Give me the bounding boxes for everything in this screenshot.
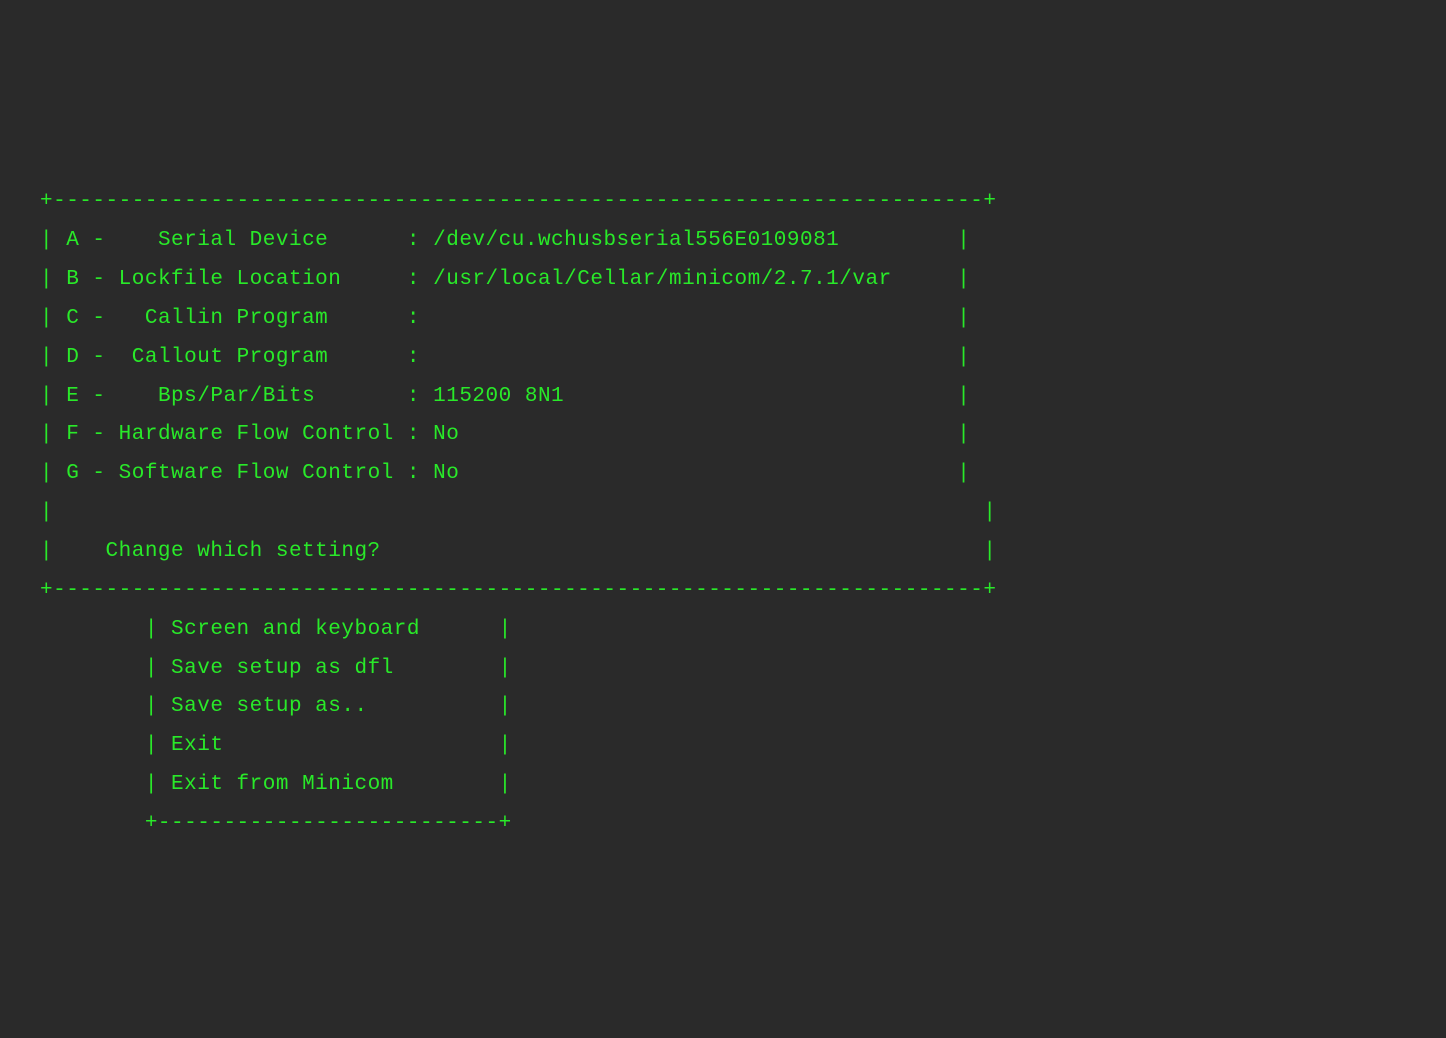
prompt-row: | Change which setting? | bbox=[40, 533, 1406, 572]
setting-row-A: | A - Serial Device : /dev/cu.wchusbseri… bbox=[40, 222, 1406, 261]
menu-row-0: | Screen and keyboard | bbox=[40, 611, 1406, 650]
menu-row-3: | Exit | bbox=[40, 727, 1406, 766]
setting-value-A: /dev/cu.wchusbserial556E0109081 bbox=[433, 229, 839, 252]
setting-value-E: 115200 8N1 bbox=[433, 385, 564, 408]
setting-value-G: No bbox=[433, 462, 459, 485]
setting-key-B[interactable]: B bbox=[66, 268, 79, 291]
menu-item-1[interactable]: Save setup as dfl bbox=[171, 657, 394, 680]
setting-key-D[interactable]: D bbox=[66, 346, 79, 369]
serial-box-blank-row: | | bbox=[40, 501, 996, 524]
setting-label-A: Serial Device bbox=[158, 229, 328, 252]
setting-value-B: /usr/local/Cellar/minicom/2.7.1/var bbox=[433, 268, 892, 291]
setting-key-G[interactable]: G bbox=[66, 462, 79, 485]
setting-label-B: Lockfile Location bbox=[119, 268, 342, 291]
menu-row-2: | Save setup as.. | bbox=[40, 688, 1406, 727]
setting-label-D: Callout Program bbox=[132, 346, 329, 369]
setting-row-F: | F - Hardware Flow Control : No | bbox=[40, 416, 1406, 455]
setting-label-E: Bps/Par/Bits bbox=[158, 385, 315, 408]
serial-box-border-top: +---------------------------------------… bbox=[40, 190, 996, 213]
setting-label-F: Hardware Flow Control bbox=[119, 423, 394, 446]
setting-key-A[interactable]: A bbox=[66, 229, 79, 252]
setting-value-F: No bbox=[433, 423, 459, 446]
setting-key-E[interactable]: E bbox=[66, 385, 79, 408]
menu-row-4: | Exit from Minicom | bbox=[40, 766, 1406, 805]
setting-row-C: | C - Callin Program : | bbox=[40, 300, 1406, 339]
setting-row-G: | G - Software Flow Control : No | bbox=[40, 455, 1406, 494]
menu-box-border-bottom: +--------------------------+ bbox=[145, 812, 512, 835]
menu-row-1: | Save setup as dfl | bbox=[40, 650, 1406, 689]
menu-item-4[interactable]: Exit from Minicom bbox=[171, 773, 394, 796]
setting-row-D: | D - Callout Program : | bbox=[40, 339, 1406, 378]
serial-box-border-bottom: +---------------------------------------… bbox=[40, 579, 996, 602]
setting-row-E: | E - Bps/Par/Bits : 115200 8N1 | bbox=[40, 378, 1406, 417]
setting-key-C[interactable]: C bbox=[66, 307, 79, 330]
setting-label-C: Callin Program bbox=[145, 307, 328, 330]
setting-label-G: Software Flow Control bbox=[119, 462, 394, 485]
menu-item-3[interactable]: Exit bbox=[171, 734, 223, 757]
setting-row-B: | B - Lockfile Location : /usr/local/Cel… bbox=[40, 261, 1406, 300]
menu-item-2[interactable]: Save setup as.. bbox=[171, 695, 368, 718]
change-setting-prompt[interactable]: Change which setting? bbox=[106, 540, 381, 563]
menu-item-0[interactable]: Screen and keyboard bbox=[171, 618, 420, 641]
setting-key-F[interactable]: F bbox=[66, 423, 79, 446]
